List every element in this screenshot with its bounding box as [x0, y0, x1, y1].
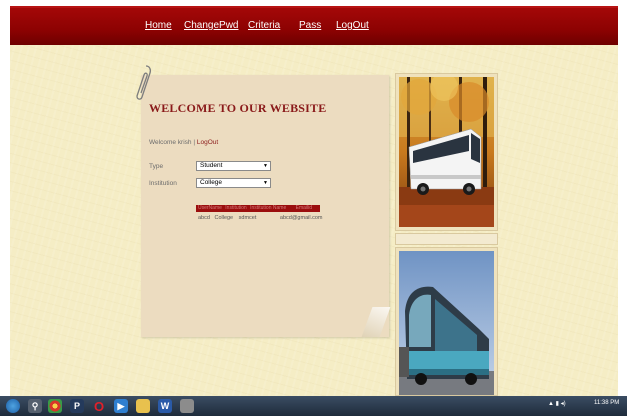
cell-emailid: abcd@gmail.com [279, 215, 323, 221]
taskbar-clock[interactable]: 11:38 PM [594, 400, 619, 406]
page-curl-decoration [361, 307, 391, 337]
separator: | [193, 139, 196, 146]
inline-logout-link[interactable]: LogOut [197, 139, 218, 146]
chevron-down-icon: ▼ [263, 180, 268, 186]
welcome-user-text: Welcome krish [149, 139, 192, 146]
nav-pass-link[interactable]: Pass [299, 20, 321, 31]
cell-institution: College [214, 215, 234, 221]
top-navigation-bar: Home ChangePwd Criteria Pass LogOut [10, 6, 618, 45]
header-username: UserName [198, 205, 222, 211]
cell-username: abcd [198, 215, 210, 221]
chevron-down-icon: ▼ [263, 163, 268, 169]
nav-logout-link[interactable]: LogOut [336, 20, 369, 31]
city-bus-image [399, 251, 494, 395]
nav-home-link[interactable]: Home [145, 20, 172, 31]
cell-institution-name: sdmcet [238, 215, 257, 221]
institution-label: Institution [149, 180, 177, 187]
type-select-value: Student [200, 162, 223, 169]
page-title: WELCOME TO OUR WEBSITE [149, 101, 327, 115]
nav-changepwd-link[interactable]: ChangePwd [184, 20, 238, 31]
bus-photo-autumn [395, 73, 498, 231]
chrome-icon[interactable] [48, 399, 62, 413]
windows-taskbar: ⚲ P O ▶ W ▲ ▮ ◂) 11:38 PM [0, 396, 627, 416]
media-icon[interactable]: ▶ [114, 399, 128, 413]
network-icon[interactable]: ▲ ▮ ◂) [548, 400, 566, 407]
word-icon[interactable]: W [158, 399, 172, 413]
header-institution: Institution [225, 205, 247, 211]
paperclip-icon [136, 65, 152, 100]
bus-photo-city [395, 247, 498, 396]
photoshop-icon[interactable]: P [70, 399, 84, 413]
photo-divider-strip [395, 233, 498, 245]
page-background: Home ChangePwd Criteria Pass LogOut WELC… [10, 6, 618, 396]
type-label: Type [149, 163, 164, 170]
header-emailid: Emailid [295, 205, 313, 211]
start-button[interactable] [6, 399, 20, 413]
institution-select-value: College [200, 179, 223, 186]
header-institution-name: Institution Name [250, 205, 287, 211]
institution-select[interactable]: College ▼ [196, 178, 271, 188]
welcome-line: Welcome krish | LogOut [149, 139, 218, 146]
autumn-bus-image [399, 77, 494, 227]
opera-icon[interactable]: O [92, 399, 106, 414]
folder-icon[interactable] [136, 399, 150, 413]
results-table-header: UserName Institution Institution Name Em… [196, 205, 320, 212]
nav-criteria-link[interactable]: Criteria [248, 20, 280, 31]
type-select[interactable]: Student ▼ [196, 161, 271, 171]
search-icon[interactable]: ⚲ [28, 399, 42, 413]
table-row: abcd College sdmcet abcd@gmail.com [196, 214, 323, 222]
application-icon[interactable] [180, 399, 194, 413]
